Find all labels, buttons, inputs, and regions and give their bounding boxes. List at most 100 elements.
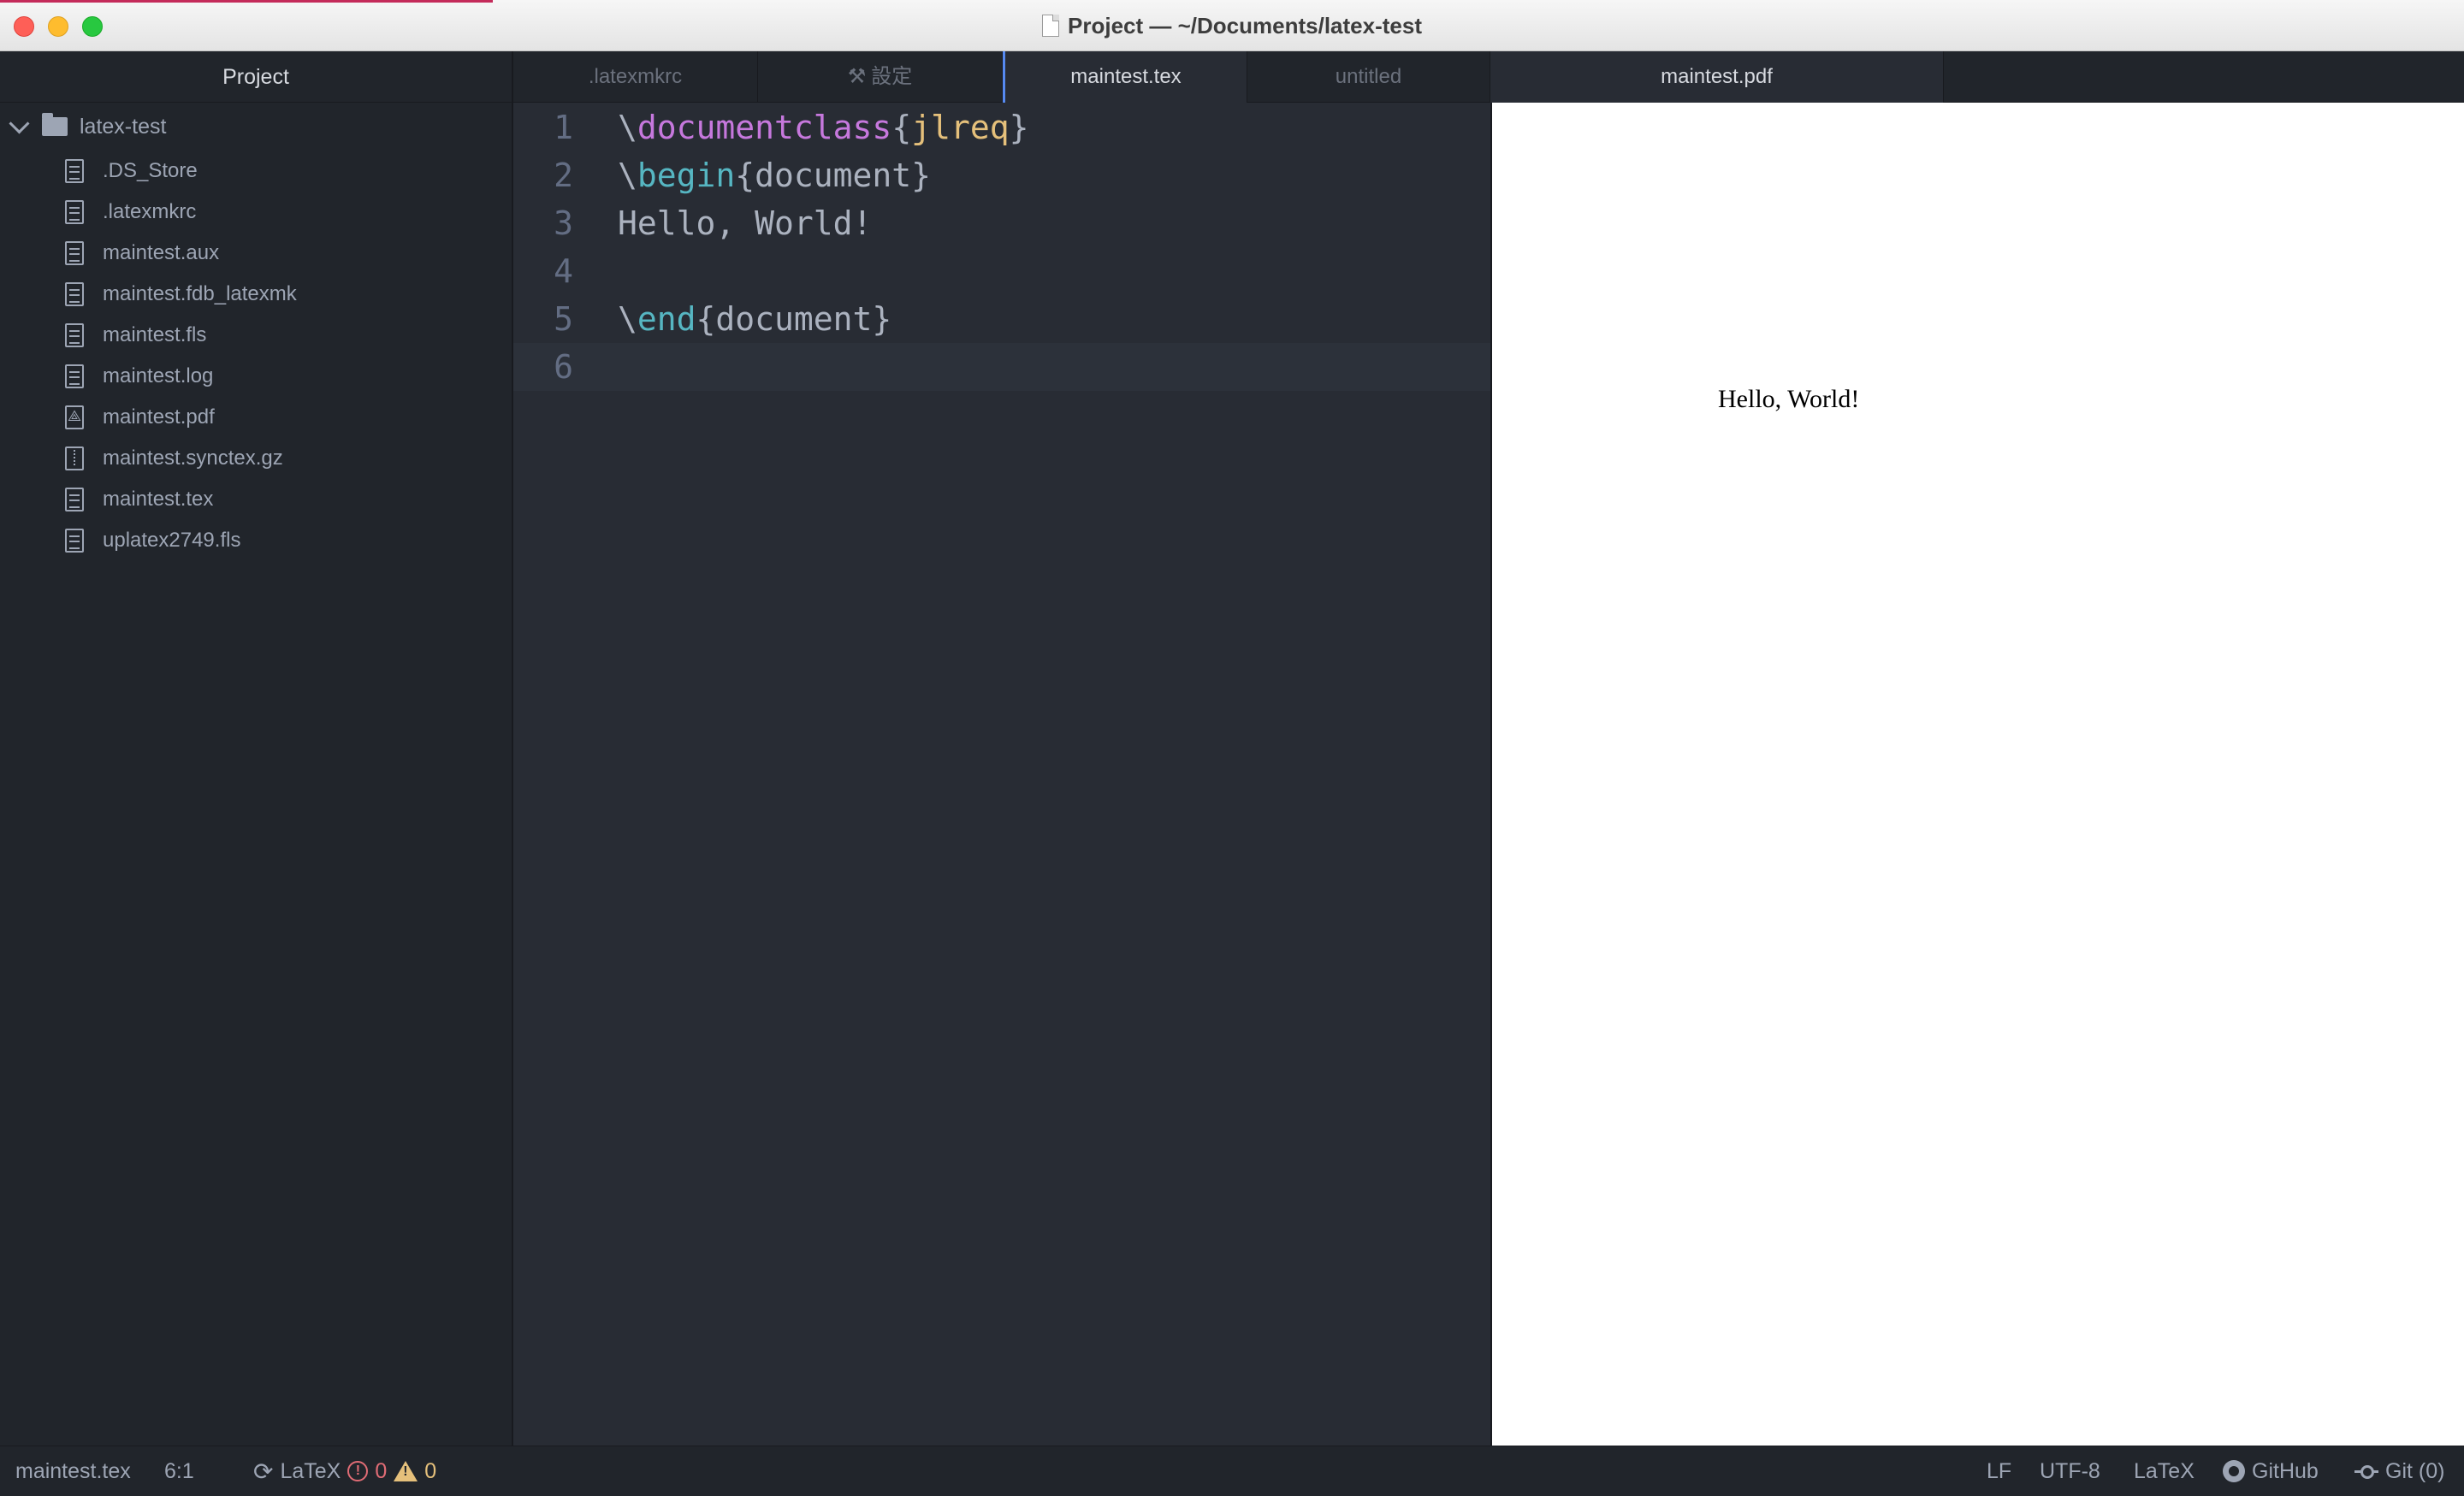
- file-item[interactable]: .DS_Store: [0, 151, 512, 192]
- file-text-icon: [65, 323, 84, 347]
- tab-untitled[interactable]: untitled: [1247, 51, 1490, 103]
- code-token: {document}: [735, 157, 932, 194]
- code-token: jlreq: [911, 109, 1010, 146]
- status-encoding-label: UTF-8: [2040, 1458, 2100, 1483]
- status-file-label: maintest.tex: [15, 1458, 131, 1483]
- status-cursor[interactable]: 6:1: [164, 1446, 194, 1496]
- file-text-icon: [65, 159, 84, 183]
- code-token: {document}: [696, 300, 892, 338]
- file-name: maintest.pdf: [103, 405, 215, 429]
- code-token: Hello, World!: [618, 204, 873, 242]
- status-line-ending-label: LF: [1987, 1458, 2012, 1483]
- status-grammar[interactable]: LaTeX: [2134, 1446, 2194, 1496]
- file-item[interactable]: .latexmkrc: [0, 192, 512, 233]
- file-text-icon: [65, 200, 84, 224]
- file-item[interactable]: maintest.fls: [0, 315, 512, 356]
- code-line[interactable]: 1 \documentclass{jlreq}: [513, 103, 1490, 151]
- file-text-icon: [65, 241, 84, 265]
- wrench-icon: ⚒: [847, 65, 867, 88]
- file-item[interactable]: maintest.log: [0, 356, 512, 397]
- status-cursor-label: 6:1: [164, 1458, 194, 1483]
- status-grammar-label: LaTeX: [2134, 1458, 2194, 1483]
- code-token: }: [1009, 109, 1029, 146]
- code-line[interactable]: 6: [513, 343, 1490, 391]
- file-item[interactable]: uplatex2749.fls: [0, 520, 512, 561]
- line-number: 1: [554, 109, 573, 146]
- line-number: 4: [554, 252, 573, 290]
- folder-icon: [42, 113, 68, 136]
- git-commit-icon: [2354, 1465, 2378, 1479]
- file-name: maintest.tex: [103, 488, 214, 511]
- code-line[interactable]: 5 \end{document}: [513, 295, 1490, 343]
- code-token: begin: [637, 157, 736, 194]
- file-text-icon: [65, 282, 84, 306]
- chevron-down-icon: [9, 112, 30, 134]
- file-text-icon: [65, 488, 84, 511]
- code-text: Hello, World!: [618, 199, 872, 247]
- project-sidebar: Project latex-test .DS_Store .latexmkrc ma…: [0, 51, 513, 1446]
- code-text: \documentclass{jlreq}: [618, 103, 1028, 151]
- file-name: maintest.fls: [103, 323, 207, 346]
- pdf-text: Hello, World!: [1718, 385, 1860, 413]
- tab-label: maintest.pdf: [1661, 65, 1773, 88]
- tab-label: maintest.tex: [1070, 65, 1182, 88]
- file-item[interactable]: maintest.fdb_latexmk: [0, 274, 512, 315]
- status-build[interactable]: ⟳ LaTeX ! 0 0: [253, 1446, 436, 1496]
- title-bar: Project — ~/Documents/latex-test: [0, 0, 2464, 51]
- code-token: end: [637, 300, 696, 338]
- status-line-ending[interactable]: LF: [1987, 1446, 2011, 1496]
- file-item[interactable]: maintest.pdf: [0, 397, 512, 438]
- status-git[interactable]: Git (0): [2354, 1446, 2444, 1496]
- file-name: maintest.aux: [103, 241, 220, 264]
- error-count: 0: [375, 1458, 388, 1483]
- code-token: \: [618, 109, 637, 146]
- tab-latexmkrc[interactable]: .latexmkrc: [513, 51, 758, 103]
- code-line[interactable]: 4: [513, 247, 1490, 295]
- code-token: \: [618, 300, 637, 338]
- file-item[interactable]: maintest.synctex.gz: [0, 438, 512, 479]
- code-line[interactable]: 2 \begin{document}: [513, 151, 1490, 199]
- tab-label: 設定: [871, 65, 913, 88]
- status-encoding[interactable]: UTF-8: [2040, 1446, 2100, 1496]
- window-title: Project — ~/Documents/latex-test: [1068, 12, 1422, 38]
- code-token: {: [891, 109, 912, 146]
- document-icon: [1042, 15, 1060, 37]
- status-git-label: Git (0): [2385, 1458, 2445, 1483]
- tab-bar: .latexmkrc ⚒ 設定 maintest.tex untitled mai…: [513, 51, 2464, 103]
- code-line[interactable]: 3 Hello, World!: [513, 199, 1490, 247]
- file-item[interactable]: maintest.tex: [0, 479, 512, 520]
- tab-label: untitled: [1335, 65, 1402, 88]
- tab-settings[interactable]: ⚒ 設定: [758, 51, 1003, 103]
- file-text-icon: [65, 529, 84, 553]
- file-name: maintest.synctex.gz: [103, 446, 283, 470]
- file-name: .DS_Store: [103, 159, 198, 182]
- tab-maintest-tex[interactable]: maintest.tex: [1003, 51, 1247, 103]
- file-text-icon: [65, 364, 84, 388]
- code-text: \end{document}: [618, 295, 891, 343]
- code-token: documentclass: [637, 109, 892, 146]
- file-zip-icon: [65, 446, 84, 470]
- file-item[interactable]: maintest.aux: [0, 233, 512, 274]
- window-title-wrap: Project — ~/Documents/latex-test: [0, 0, 2464, 51]
- tree-root-folder[interactable]: latex-test: [0, 103, 512, 151]
- github-icon: [2223, 1460, 2245, 1482]
- file-pdf-icon: [65, 405, 84, 429]
- sync-icon: ⟳: [253, 1458, 274, 1485]
- code-token: \: [618, 157, 637, 194]
- sidebar-header[interactable]: Project: [0, 51, 512, 103]
- root-folder-label: latex-test: [80, 114, 167, 139]
- code-text: \begin{document}: [618, 151, 931, 199]
- line-number: 2: [554, 157, 573, 194]
- code-editor[interactable]: 1 \documentclass{jlreq} 2 \begin{document} 3…: [513, 103, 1490, 1446]
- status-file[interactable]: maintest.tex: [15, 1446, 131, 1496]
- line-number: 5: [554, 300, 573, 338]
- pdf-preview[interactable]: Hello, World!: [1490, 103, 2464, 1446]
- file-name: .latexmkrc: [103, 200, 197, 223]
- tab-maintest-pdf[interactable]: maintest.pdf: [1490, 51, 1944, 103]
- status-github[interactable]: GitHub: [2223, 1446, 2319, 1496]
- error-icon: !: [347, 1461, 369, 1481]
- line-number: 3: [554, 204, 573, 242]
- file-list: .DS_Store .latexmkrc maintest.aux maintest.…: [0, 151, 512, 561]
- warning-icon: [394, 1461, 418, 1481]
- file-name: uplatex2749.fls: [103, 529, 241, 552]
